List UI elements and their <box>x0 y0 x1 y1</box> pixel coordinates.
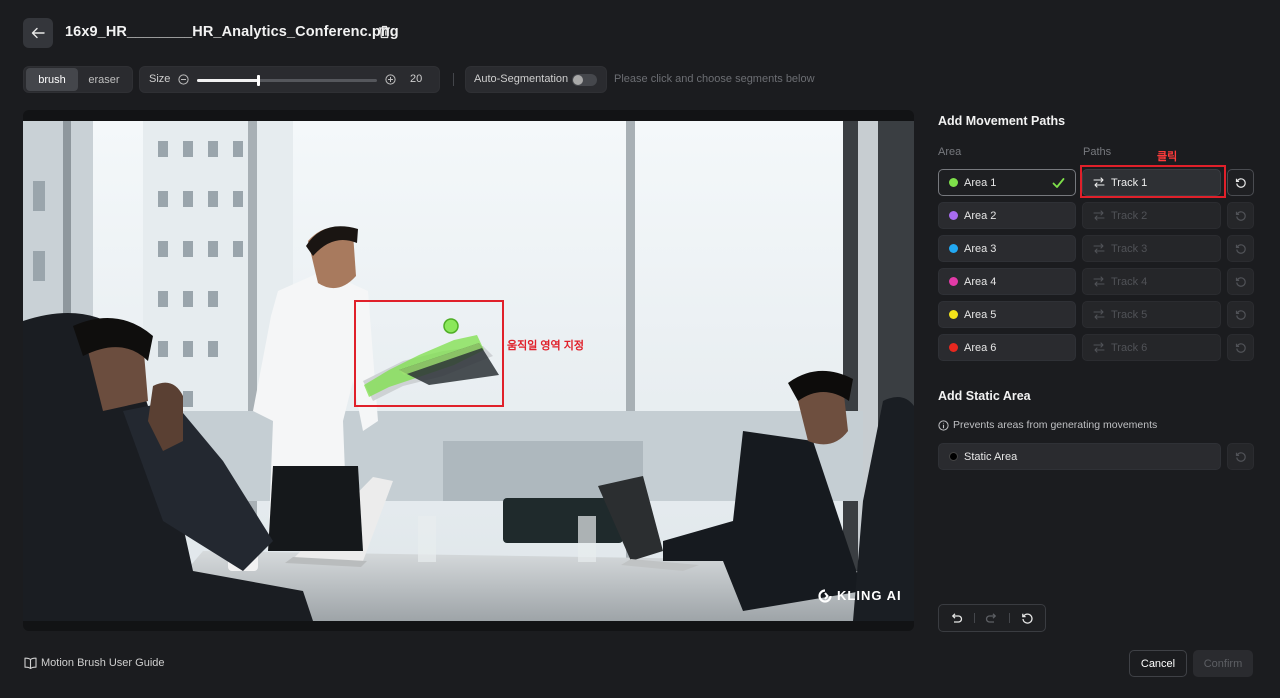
brush-tab[interactable]: brush <box>26 68 78 91</box>
track-label: Track 6 <box>1111 341 1148 354</box>
path-switch-icon <box>1093 210 1105 221</box>
area-color-dot <box>949 310 958 319</box>
image-canvas[interactable]: 움직일 영역 지정 KLING AI <box>23 110 914 631</box>
reset-icon <box>1235 210 1246 221</box>
static-area-button[interactable]: Static Area <box>938 443 1221 470</box>
zoom-in-icon[interactable] <box>385 74 396 85</box>
area-label: Area 2 <box>964 209 997 222</box>
tool-switch: brush eraser <box>23 66 133 93</box>
user-guide-label: Motion Brush User Guide <box>41 657 165 669</box>
undo-icon[interactable] <box>950 612 963 625</box>
track-label: Track 5 <box>1111 308 1148 321</box>
eraser-tab[interactable]: eraser <box>78 68 130 91</box>
track-4-reset-button[interactable] <box>1227 268 1254 295</box>
track-5-reset-button[interactable] <box>1227 301 1254 328</box>
watermark: KLING AI <box>818 588 902 603</box>
static-area-info: Prevents areas from generating movements <box>938 419 1157 431</box>
trash-icon[interactable] <box>378 25 391 39</box>
size-value: 20 <box>410 73 423 85</box>
area-label: Area 6 <box>964 341 997 354</box>
size-label: Size <box>149 73 171 85</box>
size-control: Size 20 <box>139 66 440 93</box>
zoom-out-icon[interactable] <box>178 74 189 85</box>
area-color-dot <box>949 277 958 286</box>
file-name: 16x9_HR________HR_Analytics_Conferenc.pn… <box>65 24 399 40</box>
reset-icon <box>1235 243 1246 254</box>
auto-segmentation-control: Auto-Segmentation <box>465 66 607 93</box>
history-controls <box>938 604 1046 632</box>
area-color-dot <box>949 178 958 187</box>
auto-segmentation-toggle[interactable] <box>572 74 597 86</box>
area-1-button[interactable]: Area 1 <box>938 169 1076 196</box>
area-label: Area 3 <box>964 242 997 255</box>
check-icon <box>1052 178 1065 188</box>
kling-logo-icon <box>818 588 832 603</box>
book-icon <box>24 657 37 669</box>
area-2-button[interactable]: Area 2 <box>938 202 1076 229</box>
size-slider-fill <box>197 79 259 82</box>
area-label: Area 1 <box>964 176 997 189</box>
reset-icon <box>1235 451 1246 462</box>
track-1-reset-button[interactable] <box>1227 169 1254 196</box>
static-area-dot <box>949 452 958 461</box>
path-switch-icon <box>1093 276 1105 287</box>
annotation-box <box>354 300 504 407</box>
auto-segmentation-label: Auto-Segmentation <box>474 73 569 85</box>
toolbar-divider <box>453 73 454 86</box>
static-area-info-text: Prevents areas from generating movements <box>953 419 1158 431</box>
history-divider <box>1009 613 1011 623</box>
path-switch-icon <box>1093 309 1105 320</box>
redo-icon[interactable] <box>985 612 998 625</box>
reset-all-icon[interactable] <box>1021 612 1034 625</box>
paths-column-label: Paths <box>1083 146 1112 158</box>
area-3-button[interactable]: Area 3 <box>938 235 1076 262</box>
segment-hint: Please click and choose segments below <box>614 73 815 85</box>
static-area-reset-button[interactable] <box>1227 443 1254 470</box>
path-switch-icon <box>1093 342 1105 353</box>
user-guide-link[interactable]: Motion Brush User Guide <box>24 657 165 669</box>
track-label: Track 4 <box>1111 275 1148 288</box>
click-annotation: 클릭 <box>1157 151 1178 163</box>
watermark-text: KLING AI <box>837 588 902 603</box>
history-divider <box>973 613 975 623</box>
size-slider[interactable] <box>197 75 377 86</box>
track-2-reset-button[interactable] <box>1227 202 1254 229</box>
track-5-button[interactable]: Track 5 <box>1082 301 1221 328</box>
reset-icon <box>1235 342 1246 353</box>
annotation-label: 움직일 영역 지정 <box>507 340 584 352</box>
area-label: Area 4 <box>964 275 997 288</box>
path-switch-icon <box>1093 243 1105 254</box>
track-annotation-box <box>1080 165 1226 198</box>
area-column-label: Area <box>938 146 962 158</box>
static-area-title: Add Static Area <box>938 389 1031 403</box>
reset-icon <box>1235 276 1246 287</box>
track-label: Track 2 <box>1111 209 1148 222</box>
track-4-button[interactable]: Track 4 <box>1082 268 1221 295</box>
track-3-button[interactable]: Track 3 <box>1082 235 1221 262</box>
track-3-reset-button[interactable] <box>1227 235 1254 262</box>
area-4-button[interactable]: Area 4 <box>938 268 1076 295</box>
track-label: Track 3 <box>1111 242 1148 255</box>
info-icon <box>938 419 949 431</box>
movement-paths-title: Add Movement Paths <box>938 114 1066 128</box>
back-button[interactable] <box>23 18 53 48</box>
track-6-button[interactable]: Track 6 <box>1082 334 1221 361</box>
reset-icon <box>1235 177 1246 188</box>
toggle-knob <box>573 75 583 85</box>
area-5-button[interactable]: Area 5 <box>938 301 1076 328</box>
static-area-label: Static Area <box>964 450 1018 463</box>
area-label: Area 5 <box>964 308 997 321</box>
arrow-left-icon <box>31 27 45 39</box>
reset-icon <box>1235 309 1246 320</box>
track-2-button[interactable]: Track 2 <box>1082 202 1221 229</box>
track-6-reset-button[interactable] <box>1227 334 1254 361</box>
area-color-dot <box>949 244 958 253</box>
area-color-dot <box>949 211 958 220</box>
area-color-dot <box>949 343 958 352</box>
confirm-button[interactable]: Confirm <box>1193 650 1253 677</box>
area-6-button[interactable]: Area 6 <box>938 334 1076 361</box>
size-slider-handle[interactable] <box>257 75 261 86</box>
cancel-button[interactable]: Cancel <box>1129 650 1187 677</box>
